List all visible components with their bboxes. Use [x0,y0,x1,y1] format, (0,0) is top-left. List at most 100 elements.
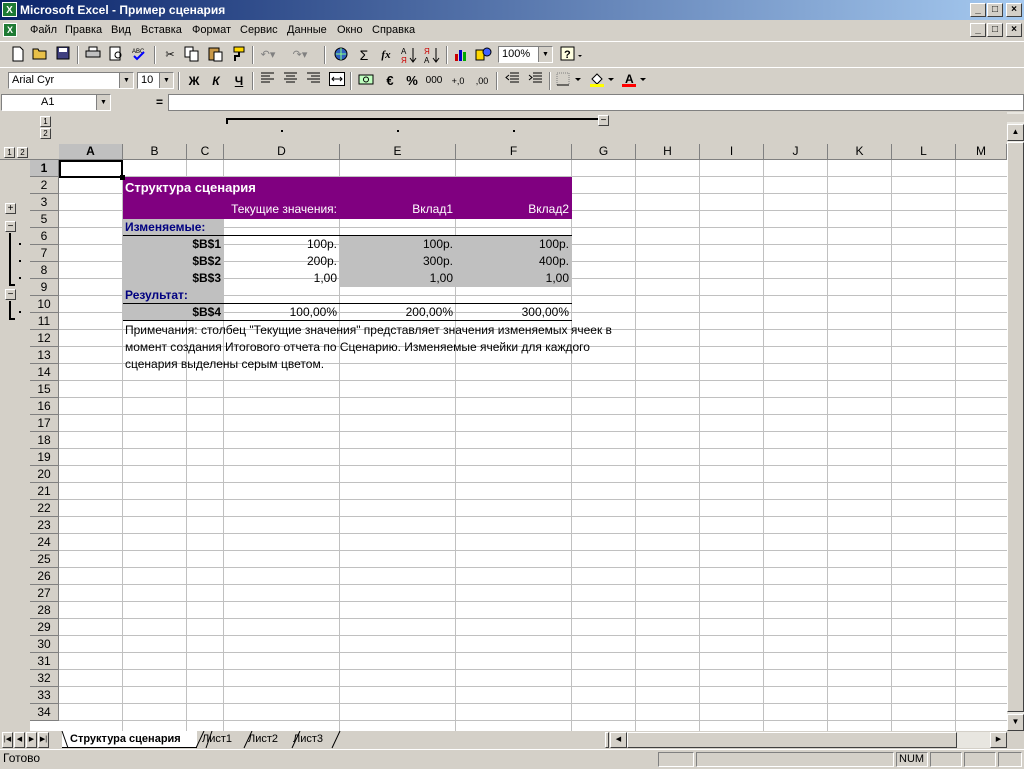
split-box[interactable] [1007,114,1024,122]
bold-button[interactable]: Ж [184,72,204,90]
menu-window[interactable]: Окно [337,24,363,36]
maximize-button[interactable]: □ [987,3,1003,17]
row-outline-level-1[interactable]: 1 [4,147,15,158]
menu-insert[interactable]: Вставка [141,24,182,36]
row-header[interactable]: 9 [30,279,59,296]
underline-button[interactable]: Ч [229,72,249,90]
chevron-down-icon[interactable]: ▼ [119,73,133,88]
sort-ascending-icon[interactable]: АЯ [399,46,419,65]
borders-icon[interactable] [555,72,585,90]
column-group-collapse-button[interactable]: − [598,115,609,126]
decrease-decimal-button[interactable]: ,00 [472,72,492,90]
menu-edit[interactable]: Правка [65,24,102,36]
column-header[interactable]: A [59,144,123,160]
menu-format[interactable]: Формат [192,24,231,36]
scroll-right-icon[interactable]: ▶ [990,732,1007,748]
row-header[interactable]: 3 [30,194,59,211]
doc-minimize-button[interactable]: _ [970,23,986,37]
doc-restore-button[interactable]: □ [987,23,1003,37]
row-group-collapse-button[interactable]: − [5,289,16,300]
scroll-up-icon[interactable]: ▲ [1007,124,1024,141]
column-header[interactable]: E [340,144,456,160]
column-header[interactable]: I [700,144,764,160]
next-sheet-icon[interactable]: ▶ [26,732,37,748]
row-header[interactable]: 10 [30,296,59,313]
font-name-select[interactable]: Arial Cyr ▼ [8,72,134,89]
hyperlink-icon[interactable] [331,46,351,64]
row-header[interactable]: 30 [30,636,59,653]
column-header[interactable]: F [456,144,572,160]
column-header[interactable]: M [956,144,1007,160]
row-header[interactable]: 25 [30,551,59,568]
minimize-button[interactable]: _ [970,3,986,17]
doc-close-button[interactable]: × [1006,23,1022,37]
menu-tools[interactable]: Сервис [240,24,278,36]
row-header[interactable]: 17 [30,415,59,432]
row-header[interactable]: 5 [30,211,59,228]
chevron-down-icon[interactable]: ▼ [96,95,110,110]
align-right-icon[interactable] [304,72,324,90]
vertical-scrollbar[interactable]: ▲ ▼ [1007,112,1024,731]
row-group-expand-button[interactable]: + [5,203,16,214]
row-header[interactable]: 8 [30,262,59,279]
first-sheet-icon[interactable]: |◀ [2,732,13,748]
new-icon[interactable] [8,46,28,64]
row-header[interactable]: 28 [30,602,59,619]
euro-button[interactable]: € [380,72,400,90]
zoom-select[interactable]: 100% ▼ [498,46,553,63]
column-header[interactable]: D [224,144,340,160]
row-header[interactable]: 34 [30,704,59,721]
merge-center-icon[interactable] [327,72,347,90]
row-header[interactable]: 18 [30,432,59,449]
row-outline-level-2[interactable]: 2 [17,147,28,158]
active-cell-a1[interactable] [59,160,123,178]
comma-style-button[interactable]: 000 [424,72,444,90]
horizontal-scrollbar[interactable]: ◀ ▶ [610,732,1007,748]
row-header[interactable]: 32 [30,670,59,687]
formula-input[interactable] [168,94,1024,111]
increase-decimal-button[interactable]: +,0 [448,72,468,90]
column-header[interactable]: G [572,144,636,160]
column-header[interactable]: L [892,144,956,160]
format-painter-icon[interactable] [228,46,248,64]
row-header[interactable]: 14 [30,364,59,381]
col-outline-level-2[interactable]: 2 [40,128,51,139]
chevron-down-icon[interactable]: ▼ [538,47,552,62]
excel-icon[interactable]: X [2,2,17,17]
row-header[interactable]: 2 [30,177,59,194]
paste-icon[interactable] [205,46,225,64]
cut-icon[interactable]: ✂ [160,46,180,64]
chart-wizard-icon[interactable] [451,46,471,64]
prev-sheet-icon[interactable]: ◀ [14,732,25,748]
row-header[interactable]: 20 [30,466,59,483]
fill-handle[interactable] [120,175,125,180]
align-center-icon[interactable] [281,72,301,90]
row-group-collapse-button[interactable]: − [5,221,16,232]
hscroll-thumb[interactable] [627,732,957,748]
menu-view[interactable]: Вид [111,24,131,36]
last-sheet-icon[interactable]: ▶| [38,732,49,748]
font-size-select[interactable]: 10 ▼ [137,72,174,89]
row-header[interactable]: 6 [30,228,59,245]
column-header[interactable]: J [764,144,828,160]
chevron-down-icon[interactable]: ▼ [159,73,173,88]
italic-button[interactable]: К [206,72,226,90]
row-header[interactable]: 15 [30,381,59,398]
open-icon[interactable] [30,46,50,64]
menu-file[interactable]: Файл [30,24,57,36]
row-header[interactable]: 33 [30,687,59,704]
help-icon[interactable]: ? [559,46,585,64]
row-header[interactable]: 19 [30,449,59,466]
scroll-thumb[interactable] [1007,142,1024,712]
percent-button[interactable]: % [402,72,422,90]
autosum-icon[interactable]: Σ [354,46,374,64]
scroll-down-icon[interactable]: ▼ [1007,714,1024,731]
fill-color-icon[interactable] [588,72,618,90]
row-header[interactable]: 27 [30,585,59,602]
row-header[interactable]: 31 [30,653,59,670]
column-header[interactable]: H [636,144,700,160]
row-header[interactable]: 26 [30,568,59,585]
column-header[interactable]: B [123,144,187,160]
row-header[interactable]: 12 [30,330,59,347]
sort-descending-icon[interactable]: ЯА [422,46,442,65]
